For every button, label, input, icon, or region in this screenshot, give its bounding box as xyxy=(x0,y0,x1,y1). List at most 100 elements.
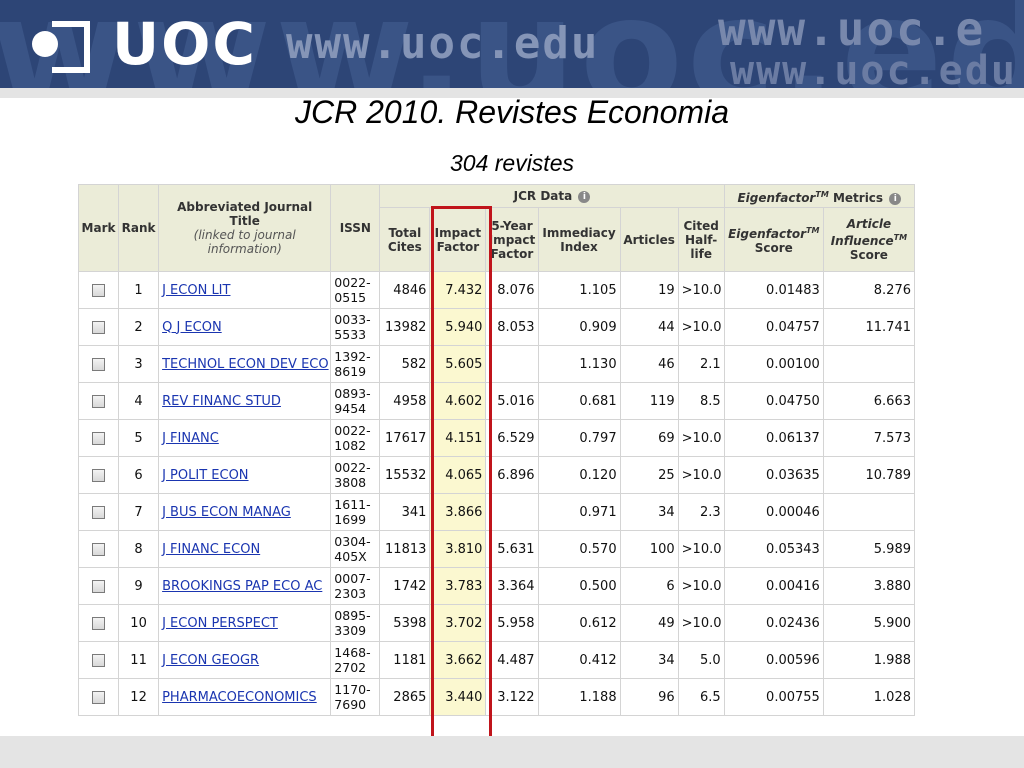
five-year-cell: 5.631 xyxy=(485,530,539,568)
col-header-cited-half-life[interactable]: Cited Half-life xyxy=(677,207,725,272)
title-cell: Q J ECON xyxy=(158,308,332,346)
col-header-eigenfactor-score[interactable]: EigenfactorTM Score xyxy=(723,207,824,272)
eigenfactor-cell: 0.00100 xyxy=(723,345,824,383)
checkbox-icon[interactable] xyxy=(92,320,106,334)
total-cites-cell: 11813 xyxy=(379,530,431,568)
checkbox-icon[interactable] xyxy=(92,283,106,297)
checkbox-icon[interactable] xyxy=(92,616,106,630)
col-header-title[interactable]: Abbreviated Journal Title (linked to jou… xyxy=(158,184,332,272)
checkbox-icon[interactable] xyxy=(92,468,106,482)
checkbox-icon[interactable] xyxy=(92,357,106,371)
impact-factor-cell: 3.783 xyxy=(429,567,487,605)
journal-link[interactable]: J POLIT ECON xyxy=(162,468,248,483)
checkbox-icon[interactable] xyxy=(92,394,106,408)
immediacy-cell: 0.797 xyxy=(537,419,621,457)
total-cites-cell: 582 xyxy=(379,345,431,383)
col-header-issn[interactable]: ISSN xyxy=(330,184,381,272)
eigenfactor-cell: 0.00755 xyxy=(723,678,824,716)
checkbox-icon[interactable] xyxy=(92,505,106,519)
title-cell: TECHNOL ECON DEV ECO xyxy=(158,345,332,383)
half-life-cell: >10.0 xyxy=(677,530,725,568)
issn-cell: 0893- 9454 xyxy=(330,382,381,420)
eigenfactor-cell: 0.05343 xyxy=(723,530,824,568)
col-header-impact-factor[interactable]: Impact Factor xyxy=(429,207,487,272)
title-cell: J BUS ECON MANAG xyxy=(158,493,332,531)
immediacy-cell: 0.612 xyxy=(537,604,621,642)
table-row: 5 J FINANC 0022- 1082 17617 4.151 6.529 0… xyxy=(77,419,916,457)
influence-cell: 10.789 xyxy=(822,456,916,494)
five-year-cell: 8.053 xyxy=(485,308,539,346)
info-icon[interactable]: i xyxy=(889,192,902,205)
col-header-article-influence[interactable]: Article InfluenceTM Score xyxy=(822,207,916,272)
checkbox-icon[interactable] xyxy=(92,653,106,667)
articles-cell: 19 xyxy=(619,271,679,309)
articles-cell: 119 xyxy=(619,382,679,420)
mark-cell xyxy=(77,456,120,494)
total-cites-cell: 1181 xyxy=(379,641,431,679)
title-cell: J FINANC ECON xyxy=(158,530,332,568)
checkbox-icon[interactable] xyxy=(92,542,106,556)
eigenfactor-cell: 0.06137 xyxy=(723,419,824,457)
five-year-cell: 6.529 xyxy=(485,419,539,457)
journal-link[interactable]: TECHNOL ECON DEV ECO xyxy=(162,357,329,372)
title-cell: BROOKINGS PAP ECO AC xyxy=(158,567,332,605)
checkbox-icon[interactable] xyxy=(92,579,106,593)
journal-link[interactable]: J FINANC ECON xyxy=(162,542,260,557)
eigenfactor-cell: 0.04750 xyxy=(723,382,824,420)
half-life-cell: >10.0 xyxy=(677,567,725,605)
issn-cell: 0007- 2303 xyxy=(330,567,381,605)
col-header-articles[interactable]: Articles xyxy=(619,207,679,272)
col-header-total-cites[interactable]: Total Cites xyxy=(379,207,431,272)
five-year-cell: 4.487 xyxy=(485,641,539,679)
rank-cell: 5 xyxy=(118,419,160,457)
table-row: 4 REV FINANC STUD 0893- 9454 4958 4.602 5… xyxy=(77,382,916,420)
journal-link[interactable]: J ECON GEOGR xyxy=(162,653,259,668)
col-header-title-sub: (linked to journal information) xyxy=(193,228,296,256)
journal-link[interactable]: J BUS ECON MANAG xyxy=(162,505,291,520)
impact-factor-cell: 3.440 xyxy=(429,678,487,716)
half-life-cell: >10.0 xyxy=(677,308,725,346)
impact-factor-cell: 5.605 xyxy=(429,345,487,383)
journal-link[interactable]: J ECON PERSPECT xyxy=(162,616,278,631)
five-year-cell xyxy=(485,345,539,383)
uoc-logo: UOC xyxy=(32,15,257,73)
rank-cell: 4 xyxy=(118,382,160,420)
banner-url-right-lower: www.uoc.edu xyxy=(730,48,1017,88)
table-row: 12 PHARMACOECONOMICS 1170- 7690 2865 3.44… xyxy=(77,678,916,716)
col-header-immediacy[interactable]: Immediacy Index xyxy=(537,207,621,272)
col-header-rank[interactable]: Rank xyxy=(118,184,160,272)
mark-cell xyxy=(77,419,120,457)
journal-link[interactable]: PHARMACOECONOMICS xyxy=(162,690,317,705)
total-cites-cell: 4846 xyxy=(379,271,431,309)
articles-cell: 34 xyxy=(619,641,679,679)
half-life-cell: >10.0 xyxy=(677,456,725,494)
col-header-title-main: Abbreviated Journal Title xyxy=(177,200,313,228)
table-row: 11 J ECON GEOGR 1468- 2702 1181 3.662 4.4… xyxy=(77,641,916,679)
total-cites-cell: 1742 xyxy=(379,567,431,605)
articles-cell: 96 xyxy=(619,678,679,716)
mark-cell xyxy=(77,308,120,346)
influence-cell: 8.276 xyxy=(822,271,916,309)
journal-link[interactable]: J FINANC xyxy=(162,431,219,446)
immediacy-cell: 0.971 xyxy=(537,493,621,531)
issn-cell: 0022- 0515 xyxy=(330,271,381,309)
journal-link[interactable]: Q J ECON xyxy=(162,320,222,335)
slide-title: JCR 2010. Revistes Economia xyxy=(295,94,729,130)
group-header-jcr-data: JCR Data i xyxy=(379,183,725,209)
checkbox-icon[interactable] xyxy=(92,431,106,445)
info-icon[interactable]: i xyxy=(578,191,591,204)
impact-factor-cell: 4.065 xyxy=(429,456,487,494)
rank-cell: 11 xyxy=(118,641,160,679)
journal-link[interactable]: REV FINANC STUD xyxy=(162,394,281,409)
journal-link[interactable]: J ECON LIT xyxy=(162,283,230,298)
journal-link[interactable]: BROOKINGS PAP ECO AC xyxy=(162,579,322,594)
title-cell: J ECON LIT xyxy=(158,271,332,309)
col-header-five-year-if[interactable]: 5-Year Impact Factor xyxy=(485,207,539,272)
col-header-mark[interactable]: Mark xyxy=(77,184,120,272)
articles-cell: 69 xyxy=(619,419,679,457)
checkbox-icon[interactable] xyxy=(92,690,106,704)
slide-subtitle: 304 revistes xyxy=(449,150,574,176)
table-row: 2 Q J ECON 0033- 5533 13982 5.940 8.053 0… xyxy=(77,308,916,346)
immediacy-cell: 1.105 xyxy=(537,271,621,309)
issn-cell: 0304- 405X xyxy=(330,530,381,568)
